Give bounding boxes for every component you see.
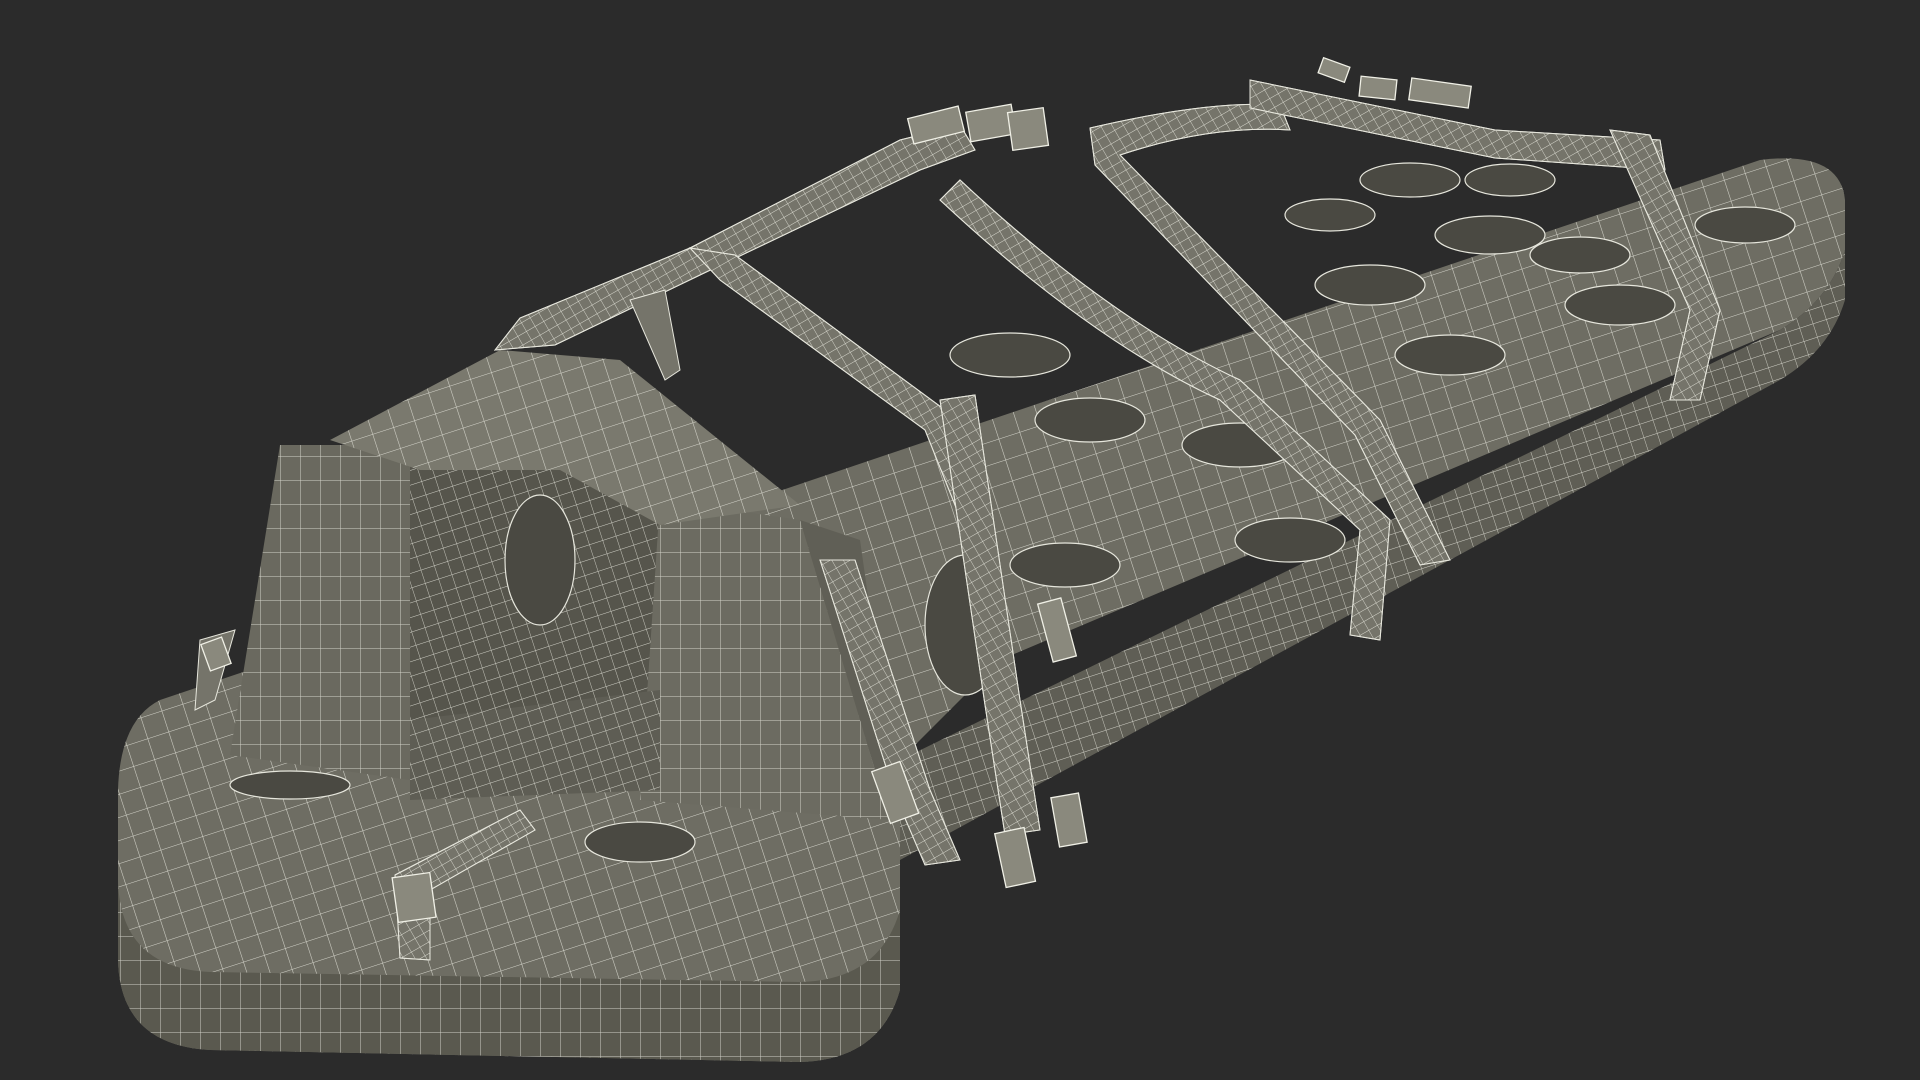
buckle <box>1358 75 1398 101</box>
hand-hole <box>949 332 1071 378</box>
hand-hole <box>1234 517 1346 563</box>
hand-hole <box>1314 264 1426 306</box>
hand-hole <box>1284 198 1376 232</box>
hand-hole <box>1034 397 1146 443</box>
render-viewport <box>0 0 1920 1080</box>
hand-hole <box>229 770 351 800</box>
buckle <box>1408 77 1472 109</box>
hand-hole <box>1564 284 1676 326</box>
ear-hole <box>504 494 576 626</box>
hand-hole <box>1394 334 1506 376</box>
hand-hole <box>1464 163 1556 197</box>
hand-hole <box>1359 162 1461 198</box>
buckle <box>993 826 1037 889</box>
hand-hole <box>1694 206 1796 244</box>
buckle <box>1317 56 1351 84</box>
hand-hole <box>1529 236 1631 274</box>
buckle <box>1050 792 1088 848</box>
hand-hole <box>584 821 696 863</box>
hand-hole <box>1434 215 1546 255</box>
wireframe-render <box>118 56 1845 1063</box>
head-strap-left <box>629 289 681 381</box>
buckle <box>391 871 437 924</box>
hand-hole <box>1009 542 1121 588</box>
buckle <box>1006 106 1050 152</box>
